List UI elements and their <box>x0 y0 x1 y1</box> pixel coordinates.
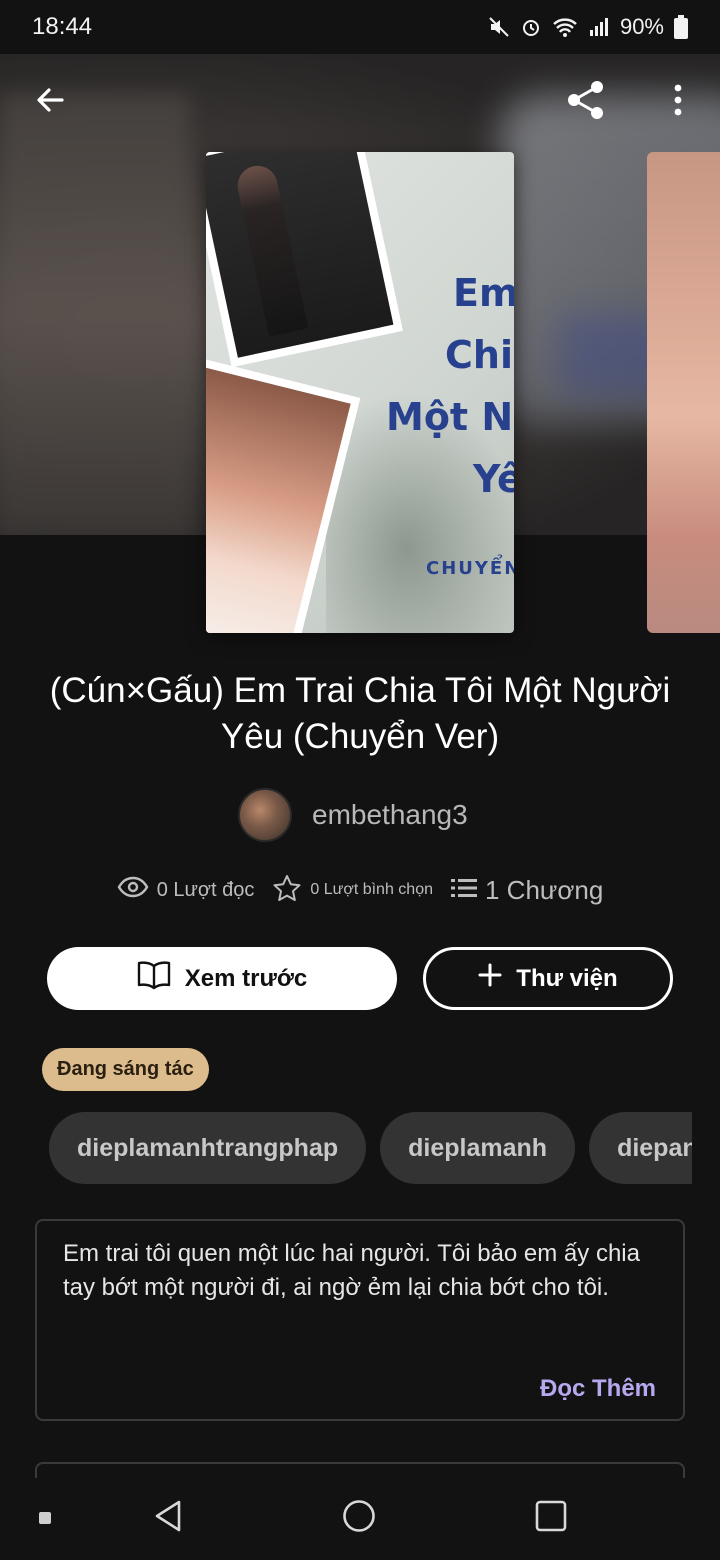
preview-label: Xem trước <box>184 964 308 992</box>
battery-icon <box>674 15 688 39</box>
description-text: Em trai tôi quen một lúc hai người. Tôi … <box>63 1240 640 1301</box>
triangle-back-icon <box>153 1500 183 1537</box>
book-open-icon <box>137 960 171 997</box>
cover-title-line: Em T <box>453 271 514 315</box>
arrow-left-icon <box>34 84 66 121</box>
read-more-link[interactable]: Đọc Thêm <box>540 1375 656 1403</box>
more-vertical-icon <box>673 84 683 121</box>
cover-photo <box>206 152 403 368</box>
nav-indicator <box>39 1512 51 1524</box>
nav-recents-button[interactable] <box>529 1496 573 1540</box>
star-icon <box>272 874 302 907</box>
status-badge: Đang sáng tác <box>42 1048 209 1091</box>
eye-icon <box>117 876 149 904</box>
author-link[interactable]: embethang3 <box>238 788 468 842</box>
book-cover[interactable]: Em T Chia Một N Yê CHUYỂN <box>206 152 514 633</box>
cover-title-line: Một N <box>386 395 514 439</box>
circle-home-icon <box>342 1499 376 1538</box>
parts-stat: 1 Chương <box>451 875 603 906</box>
nav-back-button[interactable] <box>146 1496 190 1540</box>
tag-chip[interactable]: dieplamanhtrangphap <box>49 1112 367 1184</box>
more-button[interactable] <box>654 78 702 126</box>
cover-title-line: Chia <box>445 333 514 377</box>
share-button[interactable] <box>562 78 610 126</box>
back-button[interactable] <box>26 78 74 126</box>
battery-level: 90% <box>619 14 664 39</box>
votes-stat: 0 Lượt bình chọn <box>272 874 433 907</box>
status-bar: 18:44 90% <box>0 0 720 54</box>
tag-list: dieplamanhtrangphap dieplamanh diepanh <box>49 1112 692 1184</box>
description-card: Em trai tôi quen một lúc hai người. Tôi … <box>35 1219 685 1421</box>
plus-icon <box>478 963 502 994</box>
system-nav-bar <box>0 1478 720 1560</box>
next-book-cover[interactable] <box>647 152 720 633</box>
cover-subtitle: CHUYỂN <box>426 558 514 579</box>
preview-button[interactable]: Xem trước <box>47 947 397 1010</box>
book-title: (Cún×Gấu) Em Trai Chia Tôi Một Người Yêu… <box>49 671 671 756</box>
story-stats: 0 Lượt đọc 0 Lượt bình chọn 1 Chương <box>0 868 720 912</box>
hero-blur <box>0 94 190 534</box>
reads-count: 0 Lượt đọc <box>156 878 255 901</box>
status-time: 18:44 <box>32 13 93 40</box>
votes-count: 0 Lượt bình chọn <box>310 881 433 898</box>
author-name: embethang3 <box>312 799 468 830</box>
status-icons: 90% <box>488 14 688 40</box>
share-icon <box>564 78 608 127</box>
tag-chip[interactable]: dieplamanh <box>380 1112 576 1184</box>
wifi-icon <box>552 16 578 38</box>
list-icon <box>451 875 477 906</box>
avatar <box>238 788 292 842</box>
library-label: Thư viện <box>516 964 618 992</box>
tag-chip[interactable]: diepanh <box>589 1112 692 1184</box>
cover-title: Em T Chia Một N Yê <box>378 262 514 510</box>
square-recents-icon <box>535 1500 567 1537</box>
add-to-library-button[interactable]: Thư viện <box>423 947 673 1010</box>
alarm-icon <box>520 16 542 38</box>
nav-home-button[interactable] <box>337 1496 381 1540</box>
reads-stat: 0 Lượt đọc <box>117 876 255 904</box>
parts-count: 1 Chương <box>485 874 604 905</box>
cover-title-line: Yê <box>473 457 514 501</box>
signal-icon <box>588 16 610 38</box>
mute-icon <box>488 16 510 38</box>
